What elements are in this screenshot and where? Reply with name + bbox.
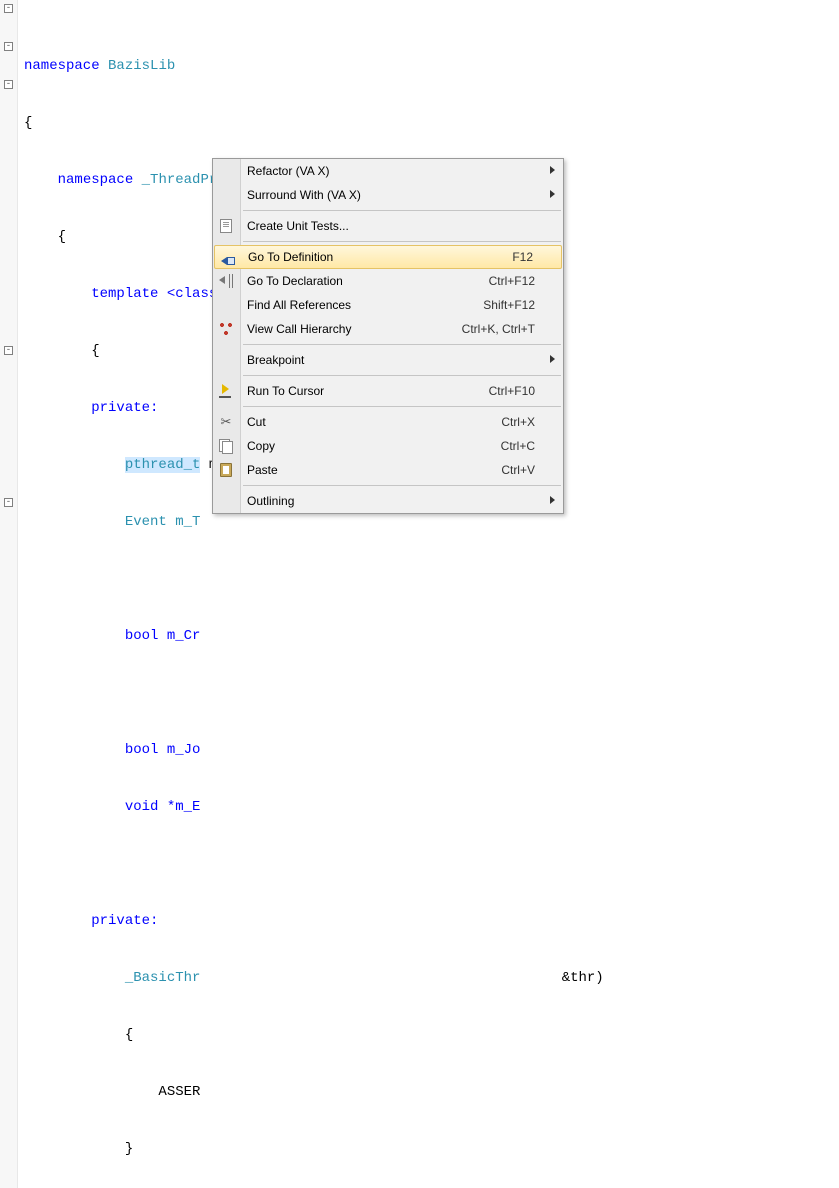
menu-separator: [243, 406, 561, 407]
menu-shortcut: Ctrl+C: [501, 439, 563, 453]
code-line: {: [18, 114, 839, 133]
menu-breakpoint[interactable]: Breakpoint: [213, 348, 563, 372]
goto-definition-icon: [220, 250, 236, 266]
menu-surround-with[interactable]: Surround With (VA X): [213, 183, 563, 207]
menu-separator: [243, 210, 561, 211]
menu-paste[interactable]: Paste Ctrl+V: [213, 458, 563, 482]
menu-label: Go To Declaration: [247, 274, 489, 288]
menu-label: Go To Definition: [248, 250, 512, 264]
copy-icon: [218, 438, 234, 454]
paste-icon: [218, 462, 234, 478]
menu-label: Surround With (VA X): [247, 188, 563, 202]
code-line: }: [18, 1140, 839, 1159]
menu-separator: [243, 241, 561, 242]
menu-label: Breakpoint: [247, 353, 563, 367]
menu-outlining[interactable]: Outlining: [213, 489, 563, 513]
code-line: {: [18, 1026, 839, 1045]
menu-separator: [243, 485, 561, 486]
submenu-arrow-icon: [550, 190, 555, 198]
unit-tests-icon: [218, 218, 234, 234]
folding-gutter: - - - - -: [0, 0, 18, 1188]
run-to-cursor-icon: [218, 383, 234, 399]
context-menu: Refactor (VA X) Surround With (VA X) Cre…: [212, 158, 564, 514]
menu-label: Run To Cursor: [247, 384, 489, 398]
call-hierarchy-icon: [218, 321, 234, 337]
menu-label: Cut: [247, 415, 501, 429]
menu-label: View Call Hierarchy: [247, 322, 462, 336]
fold-toggle[interactable]: -: [4, 4, 13, 13]
fold-toggle[interactable]: -: [4, 42, 13, 51]
submenu-arrow-icon: [550, 496, 555, 504]
menu-create-unit-tests[interactable]: Create Unit Tests...: [213, 214, 563, 238]
menu-go-to-definition[interactable]: Go To Definition F12: [214, 245, 562, 269]
menu-label: Refactor (VA X): [247, 164, 563, 178]
menu-separator: [243, 375, 561, 376]
menu-separator: [243, 344, 561, 345]
menu-label: Find All References: [247, 298, 483, 312]
cut-icon: ✂: [218, 414, 234, 430]
menu-shortcut: F12: [512, 250, 561, 264]
menu-label: Paste: [247, 463, 501, 477]
menu-label: Outlining: [247, 494, 563, 508]
menu-find-all-references[interactable]: Find All References Shift+F12: [213, 293, 563, 317]
submenu-arrow-icon: [550, 355, 555, 363]
menu-cut[interactable]: ✂ Cut Ctrl+X: [213, 410, 563, 434]
fold-toggle[interactable]: -: [4, 498, 13, 507]
menu-label: Create Unit Tests...: [247, 219, 563, 233]
menu-shortcut: Ctrl+X: [501, 415, 563, 429]
fold-toggle[interactable]: -: [4, 346, 13, 355]
menu-refactor[interactable]: Refactor (VA X): [213, 159, 563, 183]
menu-run-to-cursor[interactable]: Run To Cursor Ctrl+F10: [213, 379, 563, 403]
menu-shortcut: Ctrl+F10: [489, 384, 563, 398]
menu-go-to-declaration[interactable]: Go To Declaration Ctrl+F12: [213, 269, 563, 293]
menu-copy[interactable]: Copy Ctrl+C: [213, 434, 563, 458]
menu-shortcut: Ctrl+V: [501, 463, 563, 477]
menu-label: Copy: [247, 439, 501, 453]
goto-declaration-icon: [218, 273, 234, 289]
menu-shortcut: Shift+F12: [483, 298, 563, 312]
submenu-arrow-icon: [550, 166, 555, 174]
menu-shortcut: Ctrl+K, Ctrl+T: [462, 322, 563, 336]
fold-toggle[interactable]: -: [4, 80, 13, 89]
menu-view-call-hierarchy[interactable]: View Call Hierarchy Ctrl+K, Ctrl+T: [213, 317, 563, 341]
menu-shortcut: Ctrl+F12: [489, 274, 563, 288]
